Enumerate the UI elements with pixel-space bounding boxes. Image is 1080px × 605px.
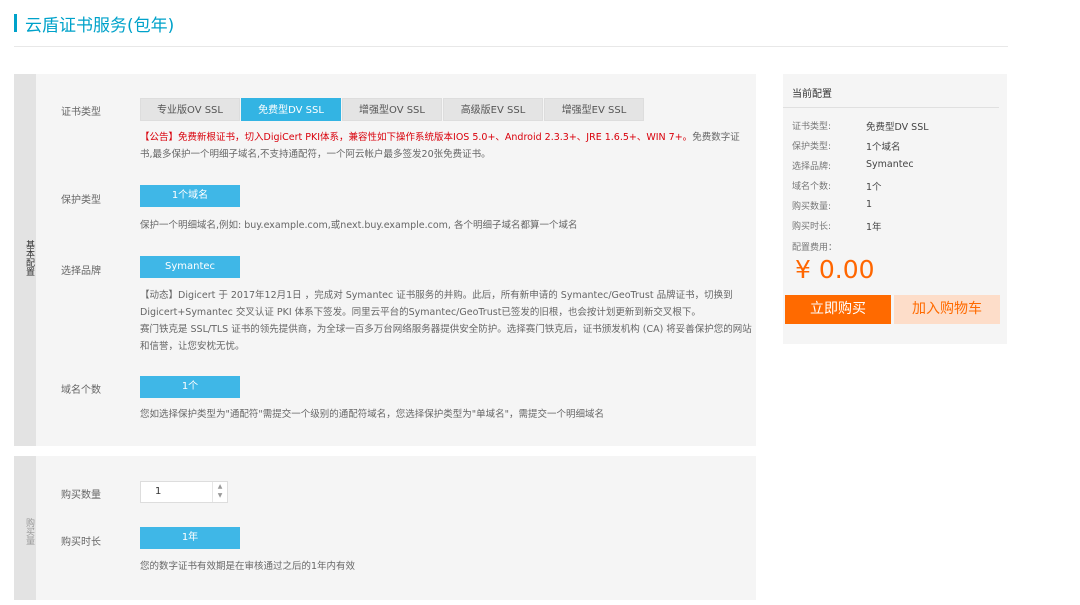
- quantity-value: 1: [155, 486, 162, 497]
- domain-count-option[interactable]: 1个: [140, 376, 240, 398]
- stepper-arrows-icon[interactable]: ▲ ▼: [212, 482, 227, 502]
- quantity-input[interactable]: 1 ▲ ▼: [140, 481, 228, 503]
- summary-label-protect-type: 保护类型:: [792, 142, 832, 152]
- cert-notice-red: 【公告】免费新根证书，切入DigiCert PKI体系，兼容性如下操作系统版本I…: [140, 132, 693, 143]
- tab-dv-ssl[interactable]: 免费型DV SSL: [241, 98, 341, 121]
- summary-value-quantity: 1: [866, 199, 873, 210]
- config-summary: 当前配置 证书类型: 免费型DV SSL 保护类型: 1个域名 选择品牌: Sy…: [783, 74, 1007, 344]
- domain-count-label: 域名个数: [61, 385, 101, 396]
- domain-count-desc: 您如选择保护类型为"通配符"需提交一个级别的通配符域名，您选择保护类型为"单域名…: [140, 409, 604, 420]
- summary-value-cert-type: 免费型DV SSL: [866, 122, 929, 133]
- summary-divider: [783, 107, 999, 108]
- cert-type-label: 证书类型: [61, 107, 101, 118]
- protect-type-label: 保护类型: [61, 195, 101, 206]
- purchase-label: 购买量: [24, 518, 34, 545]
- summary-value-duration: 1年: [866, 222, 882, 233]
- summary-price: ¥ 0.00: [795, 255, 875, 284]
- summary-fee-label: 配置费用：: [792, 243, 838, 253]
- basic-config-label: 基本配置: [24, 240, 34, 276]
- buy-now-button[interactable]: 立即购买: [785, 295, 891, 324]
- summary-value-protect-type: 1个域名: [866, 142, 901, 153]
- page-title: 云盾证书服务(包年): [14, 12, 175, 36]
- brand-label: 选择品牌: [61, 266, 101, 277]
- summary-label-domain-count: 域名个数:: [792, 182, 832, 192]
- page-title-text: 云盾证书服务(包年): [25, 15, 175, 36]
- cert-type-tabs: 专业版OV SSL 免费型DV SSL 增强型OV SSL 高级版EV SSL …: [140, 98, 645, 121]
- tab-ov-ssl[interactable]: 专业版OV SSL: [140, 98, 240, 121]
- duration-desc: 您的数字证书有效期是在审核通过之后的1年内有效: [140, 561, 356, 572]
- brand-option[interactable]: Symantec: [140, 256, 240, 278]
- summary-value-domain-count: 1个: [866, 182, 882, 193]
- summary-label-cert-type: 证书类型:: [792, 122, 832, 132]
- duration-label: 购买时长: [61, 537, 101, 548]
- brand-desc-intro: 赛门铁克是 SSL/TLS 证书的领先提供商，为全球一百多万台网络服务器提供安全…: [140, 324, 752, 352]
- title-divider: [14, 46, 1008, 47]
- brand-desc-update: 【动态】Digicert 于 2017年12月1日 ，完成对 Symantec …: [140, 290, 733, 318]
- tab-enhanced-ev-ssl[interactable]: 增强型EV SSL: [544, 98, 644, 121]
- brand-desc: 【动态】Digicert 于 2017年12月1日 ，完成对 Symantec …: [140, 287, 754, 355]
- quantity-label: 购买数量: [61, 490, 101, 501]
- summary-label-brand: 选择品牌:: [792, 162, 832, 172]
- protect-type-option[interactable]: 1个域名: [140, 185, 240, 207]
- purchase-panel: 购买量 购买数量 1 ▲ ▼ 购买时长 1年 您的数字证书有效期是在审核通过之后的…: [14, 456, 756, 600]
- protect-type-desc: 保护一个明细域名,例如: buy.example.com,或next.buy.e…: [140, 220, 578, 231]
- basic-config-panel: 基本配置 证书类型 专业版OV SSL 免费型DV SSL 增强型OV SSL …: [14, 74, 756, 446]
- summary-label-duration: 购买时长:: [792, 222, 832, 232]
- summary-title: 当前配置: [792, 89, 832, 100]
- cert-notice: 【公告】免费新根证书，切入DigiCert PKI体系，兼容性如下操作系统版本I…: [140, 129, 750, 163]
- tab-ev-ssl[interactable]: 高级版EV SSL: [443, 98, 543, 121]
- add-to-cart-button[interactable]: 加入购物车: [894, 295, 1000, 324]
- tab-enhanced-ov-ssl[interactable]: 增强型OV SSL: [342, 98, 442, 121]
- summary-value-brand: Symantec: [866, 159, 914, 170]
- summary-label-quantity: 购买数量:: [792, 202, 832, 212]
- duration-option[interactable]: 1年: [140, 527, 240, 549]
- title-accent-bar: [14, 14, 17, 32]
